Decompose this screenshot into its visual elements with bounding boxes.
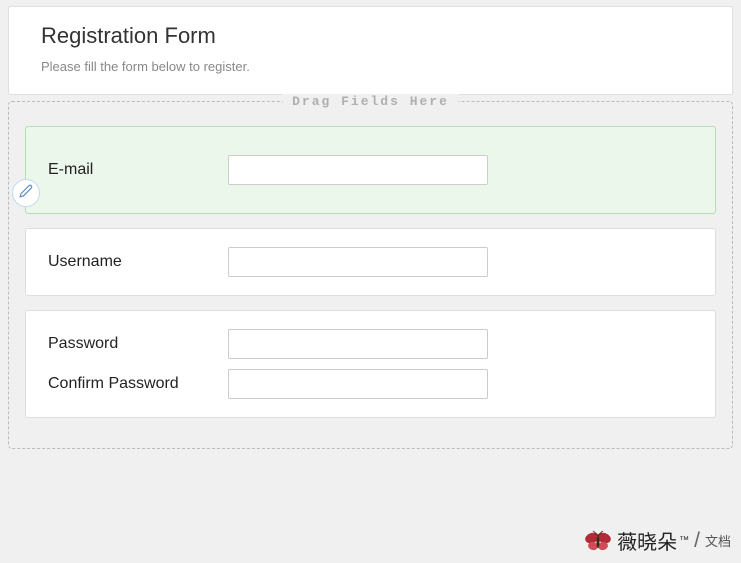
field-card-username[interactable]: Username [25, 228, 716, 296]
watermark-slash: / [694, 529, 700, 553]
drop-zone-label: Drag Fields Here [282, 94, 459, 109]
watermark-tm: ™ [679, 535, 689, 546]
field-row: Username [48, 247, 693, 277]
field-label-email: E-mail [48, 161, 228, 179]
field-row: Confirm Password [48, 369, 693, 399]
field-row: Password [48, 329, 693, 359]
header-panel: Registration Form Please fill the form b… [8, 6, 733, 95]
watermark: 薇晓朵 ™ / 文档 [583, 526, 731, 555]
page-subtitle: Please fill the form below to register. [41, 59, 700, 74]
pencil-icon [19, 184, 33, 203]
watermark-name: 薇晓朵 [617, 526, 677, 555]
email-field[interactable] [228, 155, 488, 185]
watermark-doc: 文档 [705, 531, 731, 550]
field-card-password[interactable]: Password Confirm Password [25, 310, 716, 418]
password-field[interactable] [228, 329, 488, 359]
confirm-password-field[interactable] [228, 369, 488, 399]
username-field[interactable] [228, 247, 488, 277]
field-label-confirm-password: Confirm Password [48, 375, 228, 393]
edit-handle[interactable] [12, 179, 40, 207]
field-label-password: Password [48, 335, 228, 353]
field-card-email[interactable]: E-mail [25, 126, 716, 214]
field-row: E-mail [48, 155, 693, 185]
field-label-username: Username [48, 253, 228, 271]
drop-zone[interactable]: Drag Fields Here E-mail Username [8, 101, 733, 449]
butterfly-icon [583, 530, 613, 552]
page-title: Registration Form [41, 23, 700, 49]
